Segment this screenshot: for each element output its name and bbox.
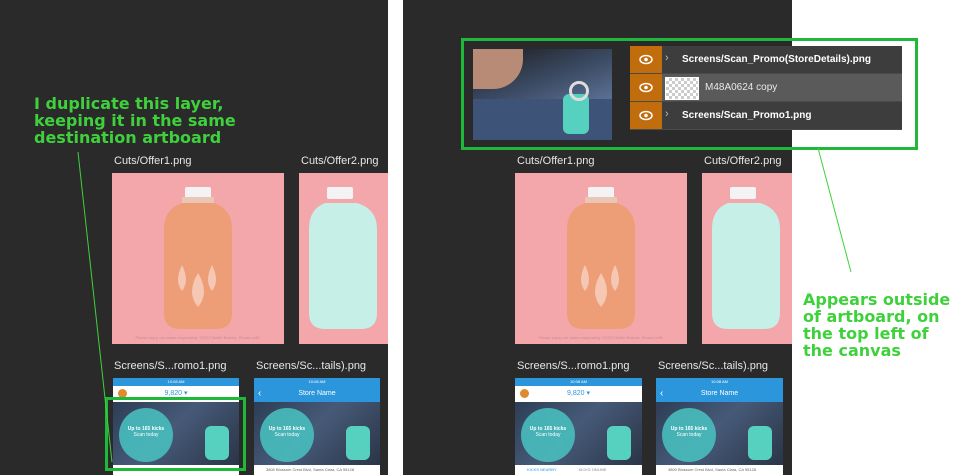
- offer1-artwork[interactable]: Please enjoy our water responsibly. ©201…: [112, 173, 284, 344]
- promo-circle[interactable]: Up to 165 kicks Scan today: [662, 408, 716, 462]
- offer1-label: Cuts/Offer1.png: [114, 155, 192, 167]
- screen2-artboard[interactable]: 10:08 AM ‹ Store Name Up to 165 kicks Sca…: [656, 378, 783, 475]
- left-canvas[interactable]: Cuts/Offer1.png Cuts/Offer2.png Please e…: [0, 0, 388, 475]
- orange-bottle-icon: [567, 187, 635, 329]
- store-header: ‹ Store Name: [656, 386, 783, 402]
- footer-kicks-nearby[interactable]: KICKS NEARBY: [527, 467, 557, 472]
- offer2-label: Cuts/Offer2.png: [301, 155, 379, 167]
- kicks-count: 9,820 ▾: [164, 390, 188, 397]
- screen2-label: Screens/Sc...tails).png: [658, 360, 769, 372]
- footer-kicks-online[interactable]: KICKS ONLINE: [579, 467, 607, 472]
- promo-photo[interactable]: Up to 165 kicks Scan today: [656, 402, 783, 466]
- back-arrow-icon[interactable]: ‹: [660, 386, 663, 402]
- status-bar: 10:08 AM: [113, 378, 239, 386]
- store-address: 3800 Blossom Crest Blvd, Santa Clara, CA…: [254, 465, 380, 475]
- status-bar: 10:08 AM: [515, 378, 642, 386]
- offer2-artwork[interactable]: [702, 173, 792, 344]
- offer1-label: Cuts/Offer1.png: [517, 155, 595, 167]
- offer1-artwork[interactable]: Please enjoy our water responsibly. ©201…: [515, 173, 687, 344]
- screen1-artboard[interactable]: 10:08 AM 9,820 ▾ Up to 165 kicks Scan tod…: [515, 378, 642, 475]
- store-header: ‹ Store Name: [254, 386, 380, 402]
- right-annotation: Appears outside of artboard, on the top …: [803, 290, 951, 360]
- screen2-artboard[interactable]: 10:08 AM ‹ Store Name Up to 165 kicks Sca…: [254, 378, 380, 475]
- footer-nav[interactable]: KICKS NEARBY KICKS ONLINE: [515, 465, 642, 475]
- left-annotation: I duplicate this layer, keeping it in th…: [34, 94, 236, 147]
- highlight-box-left: [105, 397, 246, 471]
- store-title: Store Name: [298, 390, 336, 397]
- store-title: Store Name: [700, 390, 739, 397]
- store-address: 3800 Blossom Crest Blvd, Santa Clara, CA…: [656, 465, 783, 475]
- offer1-disclaimer: Please enjoy our water responsibly. ©201…: [538, 335, 664, 340]
- mint-bottle-icon: [309, 187, 377, 329]
- screen2-label: Screens/Sc...tails).png: [256, 360, 367, 372]
- orange-bottle-icon: [164, 187, 232, 329]
- highlight-box-right: [461, 38, 918, 150]
- promo-photo[interactable]: Up to 165 kicks Scan today: [515, 402, 642, 466]
- bottle-photo: [607, 426, 631, 460]
- screen1-label: Screens/S...romo1.png: [114, 360, 227, 372]
- bottle-photo: [346, 426, 370, 460]
- promo-circle[interactable]: Up to 165 kicks Scan today: [521, 408, 575, 462]
- kicks-count: 9,820 ▾: [567, 390, 590, 397]
- offer2-artwork[interactable]: [299, 173, 388, 344]
- mint-bottle-icon: [712, 187, 780, 329]
- promo-sub: Scan today: [535, 432, 561, 438]
- kicks-header: 9,820 ▾: [515, 386, 642, 402]
- offer2-label: Cuts/Offer2.png: [704, 155, 782, 167]
- promo-photo[interactable]: Up to 165 kicks Scan today: [254, 402, 380, 466]
- promo-sub: Scan today: [274, 432, 300, 438]
- offer1-disclaimer: Please enjoy our water responsibly. ©201…: [135, 335, 261, 340]
- promo-sub: Scan today: [676, 432, 702, 438]
- screen1-label: Screens/S...romo1.png: [517, 360, 630, 372]
- avatar-icon: [520, 389, 529, 398]
- back-arrow-icon[interactable]: ‹: [258, 386, 261, 402]
- promo-circle[interactable]: Up to 165 kicks Scan today: [260, 408, 314, 462]
- address-text: 3800 Blossom Crest Blvd, Santa Clara, CA…: [266, 467, 355, 472]
- address-text: 3800 Blossom Crest Blvd, Santa Clara, CA…: [668, 467, 757, 472]
- bottle-photo: [748, 426, 772, 460]
- status-bar: 10:08 AM: [656, 378, 783, 386]
- status-bar: 10:08 AM: [254, 378, 380, 386]
